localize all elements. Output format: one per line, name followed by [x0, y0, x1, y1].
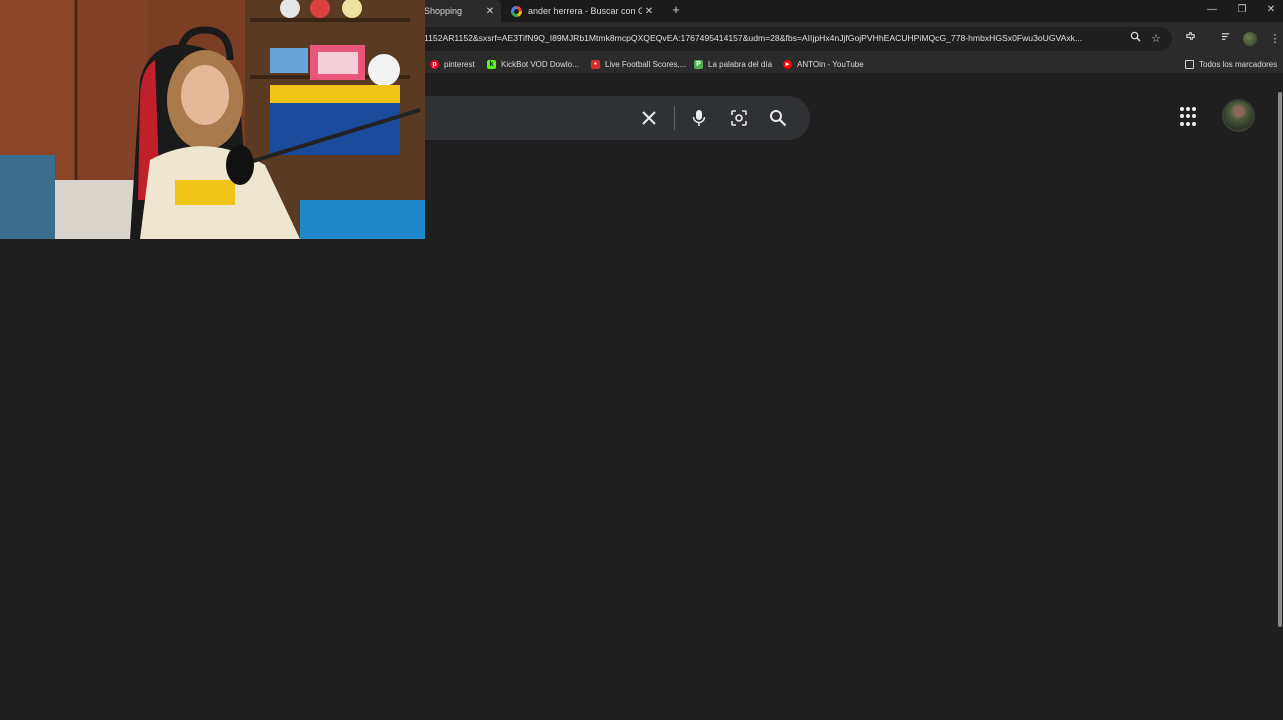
browser-profile-icon[interactable]: [1243, 32, 1257, 46]
address-bar[interactable]: 1152AR1152&sxsrf=AE3TifN9Q_I89MJRb1Mtmk8…: [415, 27, 1172, 51]
results-area: [0, 155, 1283, 720]
pinterest-icon: p: [430, 59, 439, 69]
search-box[interactable]: [415, 96, 810, 140]
tab-shopping[interactable]: Shopping ✕: [415, 0, 501, 22]
bookmark-pinterest[interactable]: p pinterest: [430, 57, 475, 71]
bookmark-label: KickBot VOD Dowlo...: [501, 59, 579, 69]
window-close-button[interactable]: ✕: [1256, 0, 1283, 22]
palabra-icon: P: [694, 59, 703, 69]
bookmark-kickbot[interactable]: k KickBot VOD Dowlo...: [487, 57, 579, 71]
tab-close-icon[interactable]: ✕: [483, 6, 497, 17]
webcam-image: [0, 0, 425, 239]
kickbot-icon: k: [487, 59, 496, 69]
profile-avatar[interactable]: [1222, 99, 1255, 132]
google-favicon-icon: [511, 5, 522, 17]
tab-close-icon[interactable]: ✕: [642, 6, 656, 17]
bookmark-label: ANTOin - YouTube: [797, 59, 864, 69]
bookmark-label: Live Football Scores,...: [605, 59, 687, 69]
folder-icon: [1185, 59, 1194, 69]
webcam-overlay: [0, 0, 425, 239]
media-controls-icon[interactable]: [1218, 31, 1234, 47]
browser-window: Shopping ✕ ander herrera - Buscar con Go…: [0, 0, 1283, 720]
divider: [674, 106, 675, 130]
tab-title: Shopping: [424, 6, 463, 16]
zoom-icon[interactable]: [1127, 31, 1143, 47]
extensions-icon[interactable]: [1182, 31, 1198, 47]
bookmark-label: Todos los marcadores: [1199, 59, 1278, 69]
bookmark-youtube[interactable]: ▸ ANTOin - YouTube: [783, 57, 864, 71]
bookmark-livescore[interactable]: • Live Football Scores,...: [591, 57, 686, 71]
camera-lens-icon[interactable]: [728, 107, 750, 129]
bookmark-star-icon[interactable]: ☆: [1148, 31, 1164, 47]
youtube-icon: ▸: [783, 59, 792, 69]
search-icon[interactable]: [767, 107, 789, 129]
apps-grid-icon[interactable]: [1180, 107, 1200, 127]
close-icon[interactable]: [638, 107, 660, 129]
bookmark-label: pinterest: [444, 59, 475, 69]
bookmarks-folder[interactable]: Todos los marcadores: [1185, 57, 1277, 71]
url-text[interactable]: 1152AR1152&sxsrf=AE3TifN9Q_I89MJRb1Mtmk8…: [424, 33, 1124, 43]
tab-title: ander herrera - Buscar con Goo: [528, 6, 642, 16]
livescore-icon: •: [591, 59, 600, 69]
bookmark-label: La palabra del día: [708, 59, 773, 69]
restore-button[interactable]: ❐: [1227, 0, 1257, 22]
new-tab-button[interactable]: +: [668, 1, 684, 19]
page-scrollbar[interactable]: [1278, 92, 1282, 627]
microphone-icon[interactable]: [688, 107, 710, 129]
minimize-button[interactable]: —: [1197, 0, 1227, 22]
tab-ander-herrera[interactable]: ander herrera - Buscar con Goo ✕: [505, 0, 660, 22]
bookmark-palabra[interactable]: P La palabra del día: [694, 57, 772, 71]
menu-kebab-icon[interactable]: ⋮: [1267, 31, 1283, 47]
